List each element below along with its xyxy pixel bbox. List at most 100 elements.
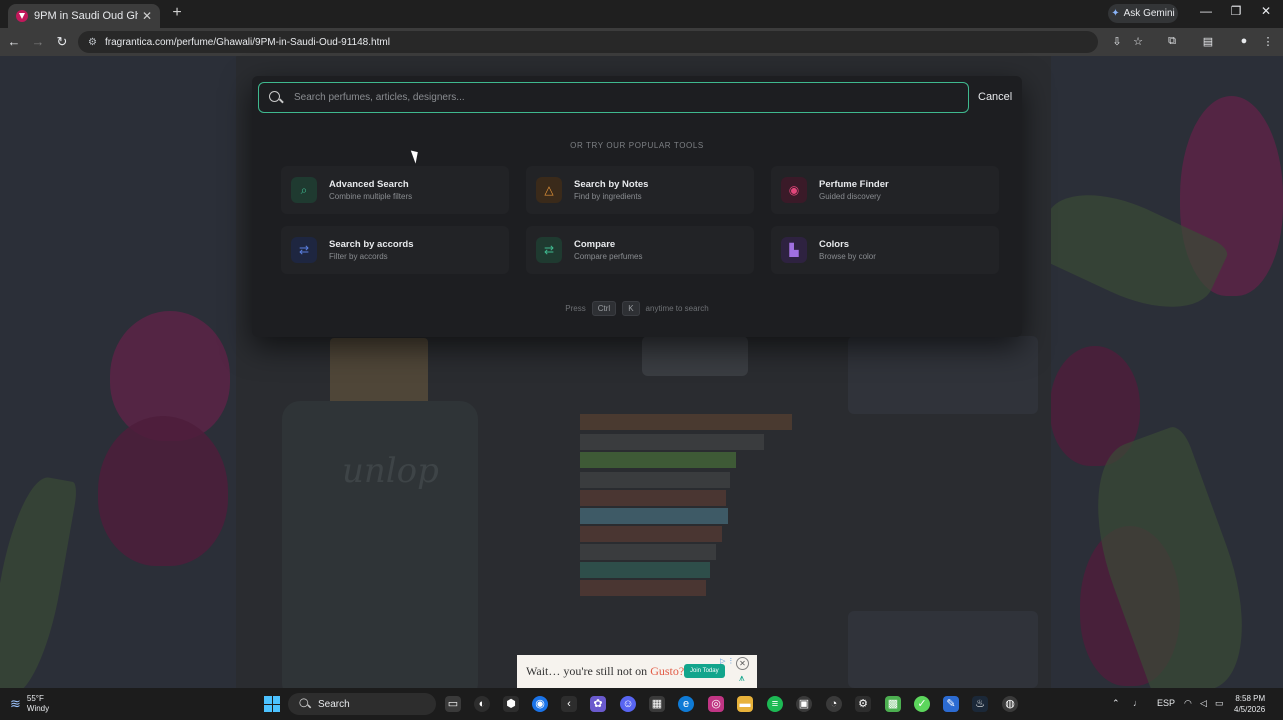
folder-icon[interactable]: ▬ [737, 696, 753, 712]
app-icon[interactable]: ◐ [474, 696, 490, 712]
side-panel-icon[interactable]: ▤ [1201, 35, 1215, 48]
search-icon [269, 90, 283, 105]
tab-close-icon[interactable]: ✕ [142, 9, 152, 23]
tool-subtitle: Guided discovery [819, 192, 881, 201]
spotify-icon[interactable]: ≡ [767, 696, 783, 712]
ad-join-button[interactable]: Join Today [684, 664, 725, 678]
toolbar: ← → ↻ ⚙ fragrantica.com/perfume/Ghawali/… [0, 28, 1283, 56]
tool-subtitle: Combine multiple filters [329, 192, 413, 201]
sidebar-card [848, 336, 1038, 414]
flask-icon: △ [536, 177, 562, 203]
tab-title: 9PM in Saudi Oud Ghawali per [34, 10, 138, 22]
reload-icon[interactable]: ↻ [54, 34, 70, 50]
instagram-icon[interactable]: ◎ [708, 696, 724, 712]
address-bar[interactable]: ⚙ fragrantica.com/perfume/Ghawali/9PM-in… [78, 31, 1098, 53]
volume-icon[interactable]: ◁ [1200, 698, 1207, 709]
store-icon[interactable]: ▦ [649, 696, 665, 712]
maximize-button[interactable]: ❐ [1226, 4, 1246, 18]
edge-icon[interactable]: e [678, 696, 694, 712]
site-info-icon[interactable]: ⚙ [88, 37, 97, 48]
tool-perfume-finder[interactable]: ◉ Perfume Finder Guided discovery [771, 166, 999, 214]
ask-gemini-label: Ask Gemini [1123, 8, 1175, 19]
taskbar-search-label: Search [318, 698, 350, 710]
forward-icon[interactable]: → [30, 34, 46, 49]
taskbar-search[interactable]: Search [288, 693, 436, 715]
chevron-up-icon[interactable]: ⌃ [1112, 698, 1120, 709]
keyboard-hint: Press Ctrl K anytime to search [252, 301, 1022, 316]
accord-bar [580, 472, 730, 488]
taskbar: ≋ 55°F Windy Search ▭ ◐ ⬢ ◉ ‹ ✿ ☺ ▦ e ◎ … [0, 688, 1283, 720]
search-icon: ⌕ [291, 177, 317, 203]
temperature: 55°F [26, 694, 44, 703]
tool-advanced-search[interactable]: ⌕ Advanced Search Combine multiple filte… [281, 166, 509, 214]
ad-close-icon[interactable]: ✕ [736, 657, 749, 670]
leaf-image [0, 472, 79, 688]
popular-tools-heading: OR TRY OUR POPULAR TOOLS [570, 141, 704, 150]
settings-gear-icon[interactable]: ⚙ [855, 696, 871, 712]
tool-search-by-accords[interactable]: ⇄ Search by accords Filter by accords [281, 226, 509, 274]
install-app-icon[interactable]: ⇩ [1110, 35, 1124, 48]
minimize-button[interactable]: — [1196, 4, 1216, 18]
app-icon[interactable]: ‹ [561, 696, 577, 712]
tulip-image [98, 416, 228, 566]
time: 8:58 PM [1235, 694, 1266, 703]
extensions-icon[interactable]: ⧉ [1165, 35, 1179, 48]
tool-title: Search by accords [329, 239, 414, 250]
bottle-logo-image: unlop [342, 451, 439, 491]
tool-subtitle: Find by ingredients [574, 192, 642, 201]
search-field[interactable] [258, 82, 969, 113]
accord-bar [580, 562, 710, 578]
app-icon[interactable]: ◔ [826, 696, 842, 712]
bottle-cap-image [330, 338, 428, 408]
app-icon[interactable]: ⬢ [503, 696, 519, 712]
ad-info-icon[interactable]: ▷ ⋮ [720, 657, 734, 665]
tool-search-by-notes[interactable]: △ Search by Notes Find by ingredients [526, 166, 754, 214]
chrome-icon[interactable]: ◉ [532, 696, 548, 712]
profile-avatar-icon[interactable]: ● [1237, 35, 1251, 47]
app-icon[interactable]: ◍ [1002, 696, 1018, 712]
accord-bar [580, 434, 764, 450]
task-view-icon[interactable]: ▭ [445, 696, 461, 712]
close-window-button[interactable]: ✕ [1256, 4, 1276, 18]
sliders-icon: ⇄ [291, 237, 317, 263]
ask-gemini-button[interactable]: ✦ Ask Gemini [1108, 4, 1178, 23]
cancel-button[interactable]: Cancel [978, 91, 1012, 103]
tool-title: Advanced Search [329, 179, 409, 190]
browser-tab[interactable]: 9PM in Saudi Oud Ghawali per ✕ [8, 4, 160, 28]
date: 4/5/2026 [1234, 705, 1266, 714]
url-text: fragrantica.com/perfume/Ghawali/9PM-in-S… [104, 36, 390, 48]
weather-widget[interactable]: ≋ 55°F Windy [10, 694, 49, 714]
tool-subtitle: Filter by accords [329, 252, 388, 261]
search-input[interactable] [294, 92, 968, 103]
menu-kebab-icon[interactable]: ⋮ [1261, 35, 1275, 48]
new-tab-button[interactable]: + [168, 3, 186, 23]
tab-strip: 9PM in Saudi Oud Ghawali per ✕ + ✦ Ask G… [0, 0, 1283, 28]
clock[interactable]: 8:58 PM 4/5/2026 [1234, 693, 1265, 715]
app-icon[interactable]: ▣ [796, 696, 812, 712]
tool-compare[interactable]: ⇄ Compare Compare perfumes [526, 226, 754, 274]
tool-colors[interactable]: ▙ Colors Browse by color [771, 226, 999, 274]
app-icon[interactable]: ✎ [943, 696, 959, 712]
copilot-icon[interactable]: ✿ [590, 696, 606, 712]
start-button[interactable] [264, 696, 280, 712]
ad-banner[interactable]: Wait… you're still not on Gusto? Join To… [517, 655, 757, 688]
steam-icon[interactable]: ♨ [972, 696, 988, 712]
k-key: K [622, 301, 640, 316]
tool-subtitle: Browse by color [819, 252, 876, 261]
tool-subtitle: Compare perfumes [574, 252, 643, 261]
wifi-icon[interactable]: ◠ [1184, 698, 1192, 709]
accord-bar [580, 452, 736, 468]
accord-bar [580, 580, 706, 596]
swap-arrows-icon: ⇄ [536, 237, 562, 263]
bookmark-star-icon[interactable]: ☆ [1131, 35, 1145, 48]
app-icon[interactable]: ✓ [914, 696, 930, 712]
language-indicator[interactable]: ESP [1157, 698, 1175, 708]
gusto-logo-icon: ⩚ [739, 673, 745, 684]
battery-icon[interactable]: ▭ [1215, 698, 1224, 709]
minecraft-icon[interactable]: ▩ [885, 696, 901, 712]
back-icon[interactable]: ← [6, 34, 22, 49]
ad-text: Wait… you're still not on [526, 664, 648, 678]
discord-icon[interactable]: ☺ [620, 696, 636, 712]
microphone-icon[interactable]: ♩ [1133, 698, 1142, 708]
accord-bar [580, 490, 726, 506]
